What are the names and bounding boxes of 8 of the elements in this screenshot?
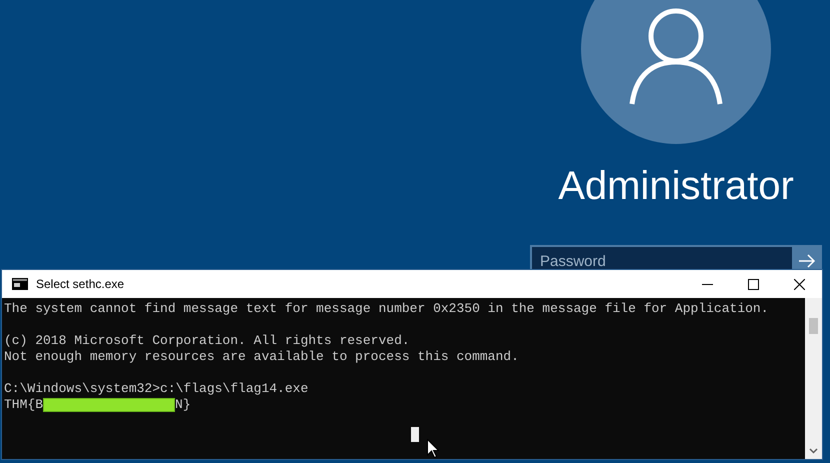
flag-prefix: THM{B [4, 397, 44, 413]
console-line: C:\Windows\system32>c:\flags\flag14.exe [4, 381, 310, 397]
user-name: Administrator [558, 164, 794, 209]
console-line: Not enough memory resources are available to process this command. [4, 349, 520, 365]
console-line: The system cannot find message text for message number 0x2350 in the message file for Application. [4, 301, 770, 317]
console-line: (c) 2018 Microsoft Corporation. All rights reserved. [4, 333, 411, 349]
flag-suffix: N} [175, 397, 191, 413]
window-title: Select sethc.exe [36, 277, 124, 291]
